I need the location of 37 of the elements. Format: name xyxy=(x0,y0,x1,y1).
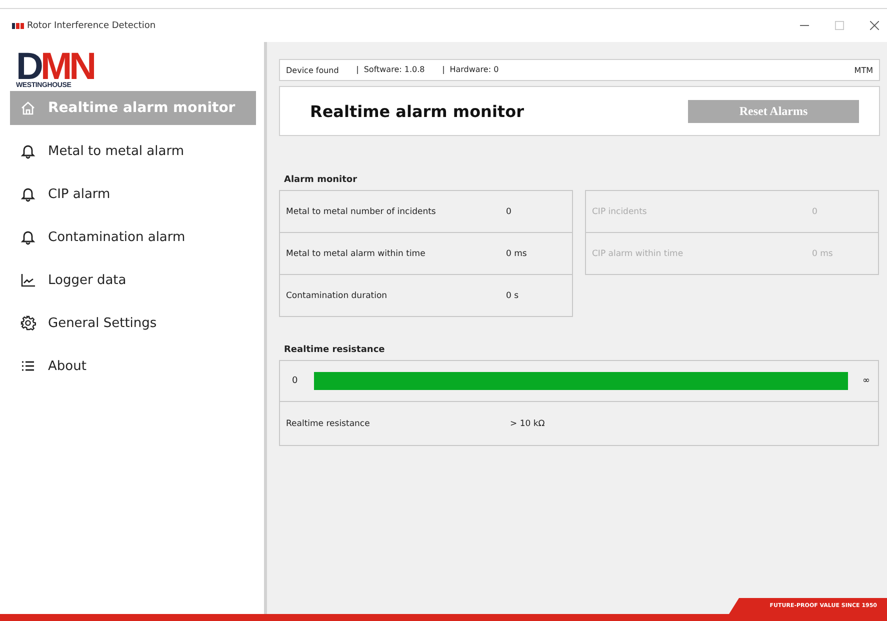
row-label: Metal to metal alarm within time xyxy=(286,248,426,258)
row-label: Realtime resistance xyxy=(286,418,371,428)
nav-item[interactable]: About xyxy=(10,349,256,383)
settings-icon xyxy=(20,315,36,331)
row-value: 0 ms xyxy=(812,248,833,258)
row-value: 0 s xyxy=(506,290,519,300)
row-label: Contamination duration xyxy=(286,290,388,300)
scale-max-label: ∞ xyxy=(862,376,870,386)
nav-item[interactable]: Metal to metal alarm xyxy=(10,134,256,168)
row-label: Metal to metal number of incidents xyxy=(286,206,437,216)
section-title: Alarm monitor xyxy=(284,175,358,185)
bell-icon xyxy=(20,186,36,202)
home-icon xyxy=(20,100,36,116)
nav-item[interactable]: Logger data xyxy=(10,263,256,297)
window-title: Rotor Interference Detection xyxy=(27,20,156,30)
nav-item[interactable]: CIP alarm xyxy=(10,177,256,211)
status-text: Device found xyxy=(286,66,340,74)
nav-item[interactable]: Contamination alarm xyxy=(10,220,256,254)
page-title: Realtime alarm monitor xyxy=(310,102,524,120)
row-label: CIP alarm within time xyxy=(592,248,684,258)
row-value: > 10 kΩ xyxy=(510,418,545,428)
bell-icon xyxy=(20,229,36,245)
status-text: Hardware: 0 xyxy=(442,66,517,74)
row-value: 0 xyxy=(506,206,512,216)
row-value: 0 xyxy=(812,206,818,216)
section-title: Realtime resistance xyxy=(284,345,386,355)
mode-label: MTM xyxy=(854,66,873,74)
chart-icon xyxy=(20,272,36,288)
bell-icon xyxy=(20,143,36,159)
row-label: CIP incidents xyxy=(592,206,648,216)
row-value: 0 ms xyxy=(506,248,527,258)
scale-min-label: 0 xyxy=(292,376,299,386)
status-text: Software: 1.0.8 xyxy=(356,66,443,74)
logo-mark: DMN xyxy=(16,52,95,82)
close-icon[interactable] xyxy=(870,21,879,30)
nav-item[interactable]: General Settings xyxy=(10,306,256,340)
app-icon xyxy=(12,22,24,30)
